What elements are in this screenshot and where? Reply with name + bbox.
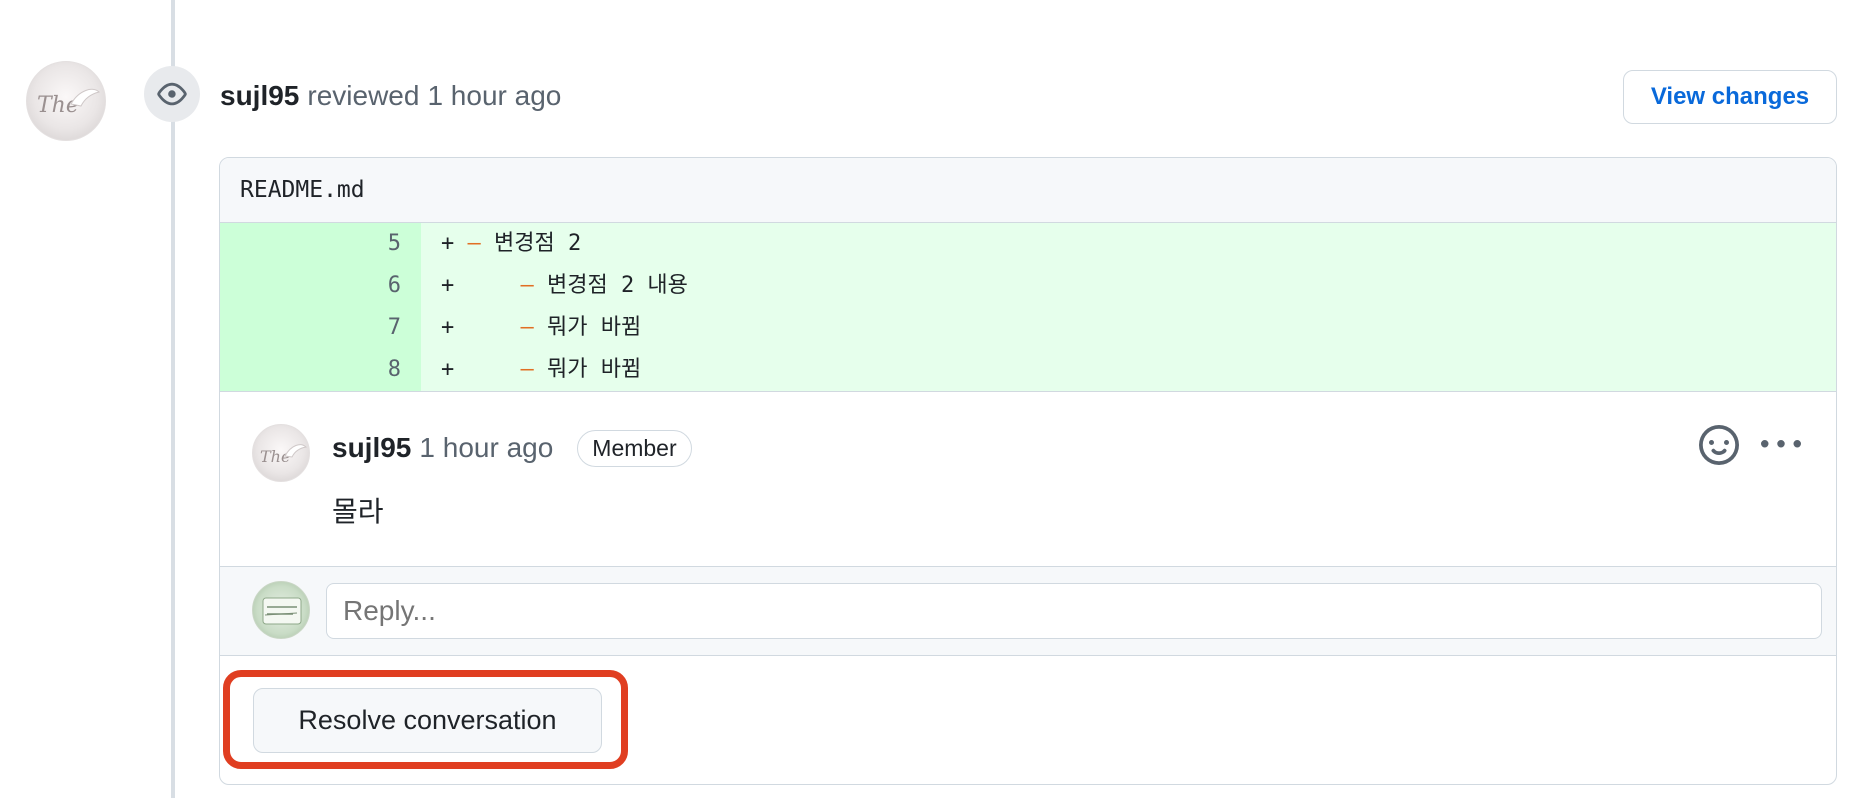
diff-indent: [468, 315, 521, 340]
current-user-avatar[interactable]: [252, 581, 310, 639]
diff-dash: –: [520, 357, 534, 382]
comment-author[interactable]: sujl95: [332, 432, 411, 464]
svg-text:The: The: [37, 93, 79, 118]
diff-text: 뭐가 바뀜: [533, 357, 642, 382]
view-changes-button[interactable]: View changes: [1623, 70, 1837, 124]
reviewer-avatar[interactable]: The: [26, 61, 106, 141]
diff-row: 7 + – 뭐가 바뀜: [220, 307, 1836, 349]
diff-text: 뭐가 바뀜: [533, 315, 642, 340]
eye-icon: [157, 82, 187, 106]
resolve-conversation-button[interactable]: Resolve conversation: [253, 688, 602, 753]
smiley-icon[interactable]: [1699, 425, 1739, 465]
avatar-image: The: [37, 88, 100, 118]
diff-code-line: + – 뭐가 바뀜: [421, 349, 1836, 391]
file-header: README.md: [220, 158, 1836, 223]
diff-code-line: + – 뭐가 바뀜: [421, 307, 1836, 349]
line-number[interactable]: 5: [220, 223, 421, 265]
diff-indent: [468, 357, 521, 382]
review-author[interactable]: sujl95: [220, 80, 299, 112]
review-comment: sujl95 1 hour ago Member 몰라: [220, 391, 1836, 566]
review-header: sujl95 reviewed 1 hour ago: [220, 78, 561, 114]
avatar-image: [262, 597, 302, 625]
diff-text: 변경점 2: [480, 231, 582, 256]
reply-input[interactable]: [326, 583, 1822, 639]
diff-row: 6 + – 변경점 2 내용: [220, 265, 1836, 307]
diff-dash: –: [520, 315, 534, 340]
diff-plus: +: [441, 315, 468, 340]
diff-plus: +: [441, 357, 468, 382]
diff-row: 8 + – 뭐가 바뀜: [220, 349, 1836, 391]
kebab-horizontal-icon[interactable]: [1761, 425, 1801, 465]
line-number[interactable]: 8: [220, 349, 421, 391]
review-action: reviewed: [307, 80, 420, 111]
review-time[interactable]: 1 hour ago: [427, 80, 561, 112]
file-name[interactable]: README.md: [240, 177, 365, 203]
diff-table: 5 + – 변경점 2 6 + – 변경점 2 내용 7 + – 뭐가 바뀜 8…: [220, 223, 1836, 391]
member-badge: Member: [577, 429, 692, 467]
diff-text: 변경점 2 내용: [533, 273, 688, 298]
review-badge: [144, 66, 200, 122]
diff-dash: –: [467, 231, 481, 256]
comment-time[interactable]: 1 hour ago: [419, 432, 553, 464]
comment-body: 몰라: [332, 496, 384, 527]
diff-code-line: + – 변경점 2: [421, 223, 1836, 265]
comment-author-avatar[interactable]: The: [252, 424, 310, 482]
diff-plus: +: [441, 231, 468, 256]
avatar-image: The: [260, 444, 308, 466]
diff-row: 5 + – 변경점 2: [220, 223, 1836, 265]
comment-header: sujl95 1 hour ago Member: [332, 429, 692, 467]
diff-code-line: + – 변경점 2 내용: [421, 265, 1836, 307]
line-number[interactable]: 6: [220, 265, 421, 307]
diff-dash: –: [520, 273, 534, 298]
line-number[interactable]: 7: [220, 307, 421, 349]
reply-area: [220, 566, 1836, 656]
diff-plus: +: [441, 273, 468, 298]
diff-indent: [468, 273, 521, 298]
